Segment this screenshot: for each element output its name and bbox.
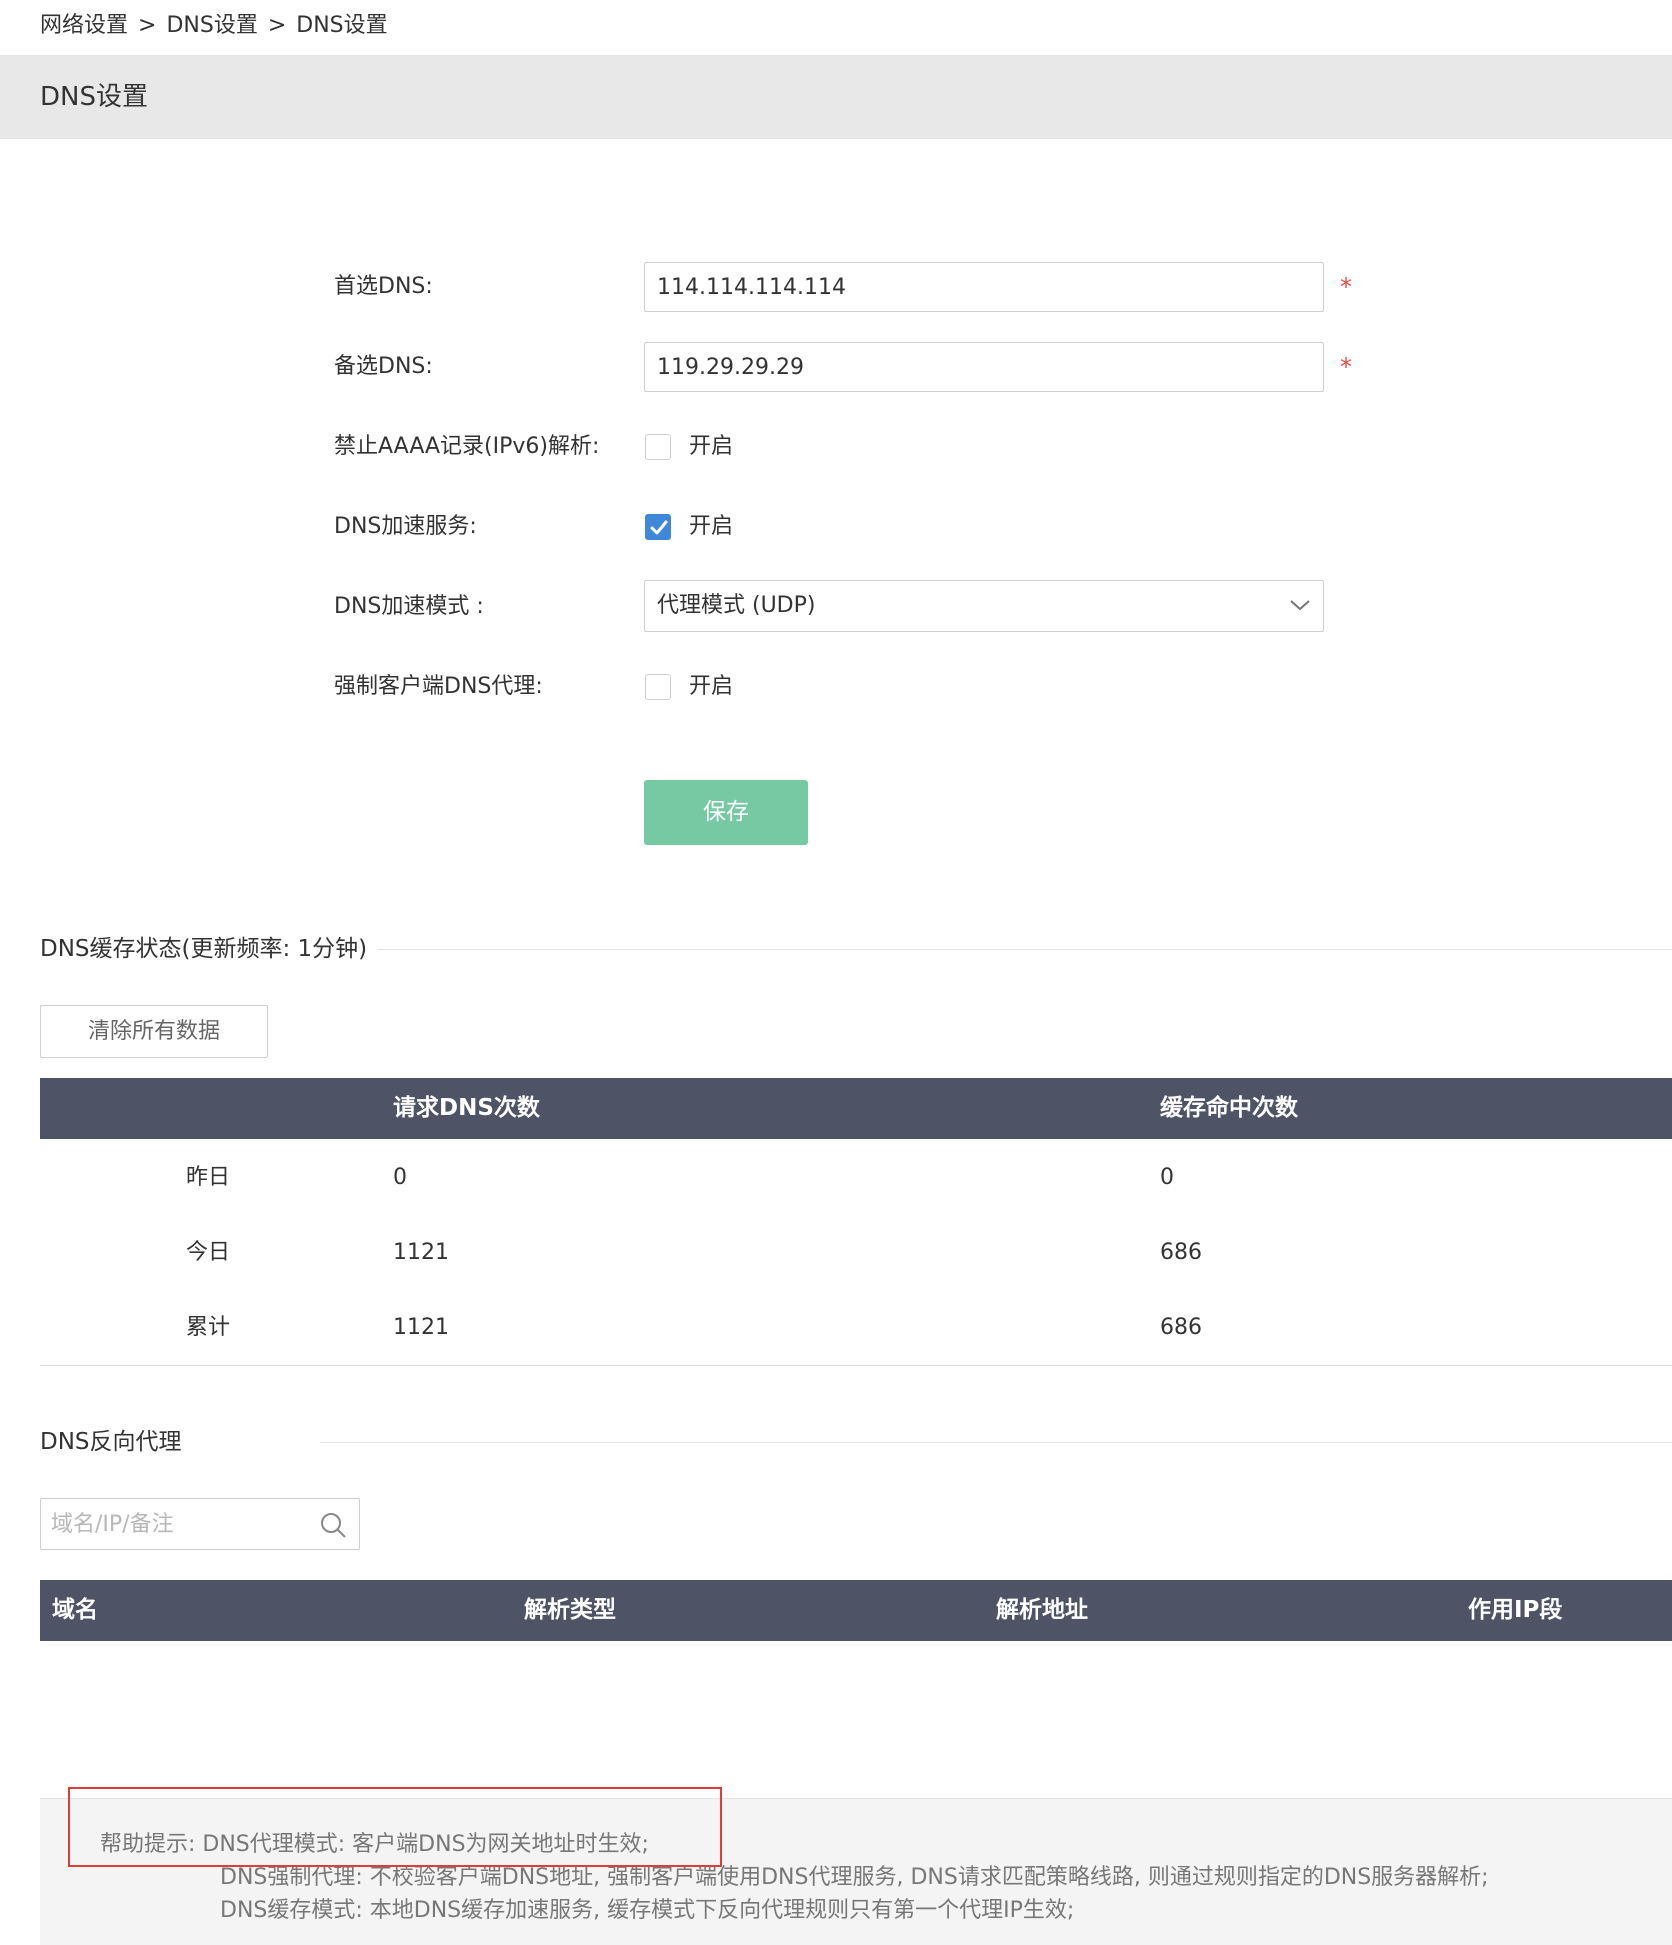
acceleration-mode-value: 代理模式 (UDP): [657, 593, 816, 618]
requests-cell: 1121: [393, 1315, 449, 1340]
requests-cell: 1121: [393, 1240, 449, 1265]
force-client-proxy-checkbox[interactable]: [645, 674, 671, 700]
secondary-dns-label: 备选DNS:: [334, 354, 433, 379]
column-header-resolve-address: 解析地址: [996, 1597, 1088, 1623]
primary-dns-required-mark: *: [1340, 273, 1352, 301]
breadcrumb-separator: >: [138, 13, 157, 38]
page-title-bar: DNS设置: [0, 55, 1672, 139]
primary-dns-label: 首选DNS:: [334, 274, 433, 299]
breadcrumb-item-dns[interactable]: DNS设置: [166, 13, 257, 38]
breadcrumb-separator: >: [267, 13, 287, 38]
section-divider: [320, 1442, 1672, 1443]
reverse-proxy-table-header: 域名 解析类型 解析地址 作用IP段: [40, 1580, 1672, 1641]
column-header-ip-range: 作用IP段: [1468, 1597, 1563, 1623]
reverse-proxy-title: DNS反向代理: [40, 1429, 182, 1455]
hits-cell: 686: [1160, 1315, 1202, 1340]
hits-cell: 686: [1160, 1240, 1202, 1265]
cache-table-header: 请求DNS次数 缓存命中次数: [40, 1078, 1672, 1139]
table-row: 今日 1121 686: [40, 1215, 1672, 1291]
clear-all-data-button[interactable]: 清除所有数据: [40, 1005, 268, 1058]
save-button[interactable]: 保存: [644, 780, 808, 845]
checkmark-icon: [650, 520, 668, 535]
search-icon[interactable]: [319, 1511, 347, 1539]
chevron-down-icon: [1290, 600, 1310, 611]
block-aaaa-option-label[interactable]: 开启: [689, 432, 733, 462]
secondary-dns-input[interactable]: [644, 342, 1324, 392]
dns-acceleration-label: DNS加速服务:: [334, 514, 477, 539]
force-client-proxy-option-label[interactable]: 开启: [689, 672, 733, 702]
help-text-cache-mode: DNS缓存模式: 本地DNS缓存加速服务, 缓存模式下反向代理规则只有第一个代理…: [220, 1898, 1075, 1923]
row-label: 昨日: [186, 1165, 231, 1190]
search-input[interactable]: [41, 1499, 311, 1549]
table-row: 昨日 0 0: [40, 1140, 1672, 1216]
breadcrumb: 网络设置 > DNS设置 > DNS设置: [40, 10, 388, 42]
page-title: DNS设置: [40, 82, 148, 112]
force-client-proxy-label: 强制客户端DNS代理:: [334, 674, 543, 699]
acceleration-mode-select[interactable]: 代理模式 (UDP): [644, 580, 1324, 632]
dns-acceleration-option-label[interactable]: 开启: [689, 512, 733, 542]
help-highlight-box: [68, 1787, 722, 1867]
dns-acceleration-checkbox[interactable]: [645, 514, 671, 540]
requests-cell: 0: [393, 1165, 407, 1190]
column-header-domain: 域名: [52, 1597, 98, 1623]
hits-cell: 0: [1160, 1165, 1174, 1190]
row-label: 今日: [186, 1240, 231, 1265]
table-row: 累计 1121 686: [40, 1290, 1672, 1366]
column-header-hits: 缓存命中次数: [1160, 1095, 1298, 1121]
column-header-resolve-type: 解析类型: [524, 1597, 616, 1623]
column-header-requests: 请求DNS次数: [393, 1095, 540, 1121]
search-box: [40, 1498, 360, 1550]
primary-dns-input[interactable]: [644, 262, 1324, 312]
secondary-dns-required-mark: *: [1340, 353, 1352, 381]
cache-status-title: DNS缓存状态(更新频率: 1分钟): [40, 936, 368, 962]
row-label: 累计: [186, 1315, 231, 1340]
breadcrumb-item-network[interactable]: 网络设置: [40, 13, 128, 38]
block-aaaa-checkbox[interactable]: [645, 434, 671, 460]
section-divider: [378, 949, 1672, 950]
breadcrumb-item-current: DNS设置: [296, 13, 388, 38]
block-aaaa-label: 禁止AAAA记录(IPv6)解析:: [334, 434, 600, 459]
acceleration-mode-label: DNS加速模式 :: [334, 594, 484, 619]
